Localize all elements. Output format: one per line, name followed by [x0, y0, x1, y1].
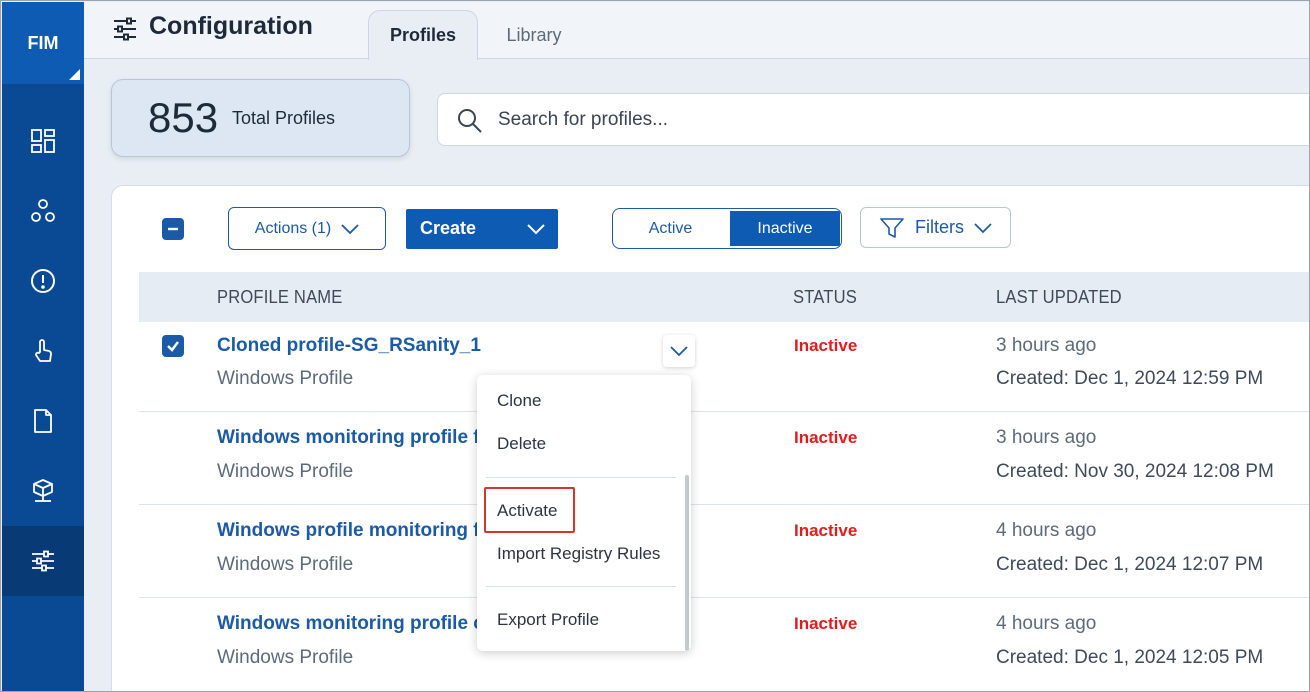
page-title: Configuration: [149, 12, 313, 40]
actions-label: Actions (1): [254, 219, 332, 237]
status-toggle: Active Inactive: [612, 208, 842, 249]
status-badge: Inactive: [794, 336, 858, 355]
checkmark-icon: [167, 341, 179, 352]
menu-scrollbar[interactable]: [685, 475, 689, 651]
create-dropdown[interactable]: Create: [406, 209, 558, 249]
total-profiles-label: Total Profiles: [232, 108, 336, 128]
minus-icon: [168, 227, 178, 231]
status-active-option[interactable]: Active: [613, 209, 728, 248]
chevron-down-icon: [341, 223, 359, 234]
search-box: [437, 93, 1309, 146]
status-inactive-option[interactable]: Inactive: [730, 211, 840, 246]
table-row[interactable]: Windows monitoring profile c Windows Pro…: [139, 598, 1309, 691]
table-header: PROFILE NAME STATUS LAST UPDATED: [139, 272, 1309, 322]
sliders-icon: [114, 17, 136, 41]
actions-dropdown[interactable]: Actions (1): [228, 207, 386, 250]
profile-name-link[interactable]: Cloned profile-SG_RSanity_1: [217, 335, 481, 357]
status-badge: Inactive: [794, 614, 858, 633]
menu-divider: [486, 477, 676, 478]
touch-hand-icon: [35, 339, 52, 362]
profile-name-link[interactable]: Windows profile monitoring f: [217, 520, 480, 542]
created-date: Created: Nov 30, 2024 12:08 PM: [996, 461, 1274, 482]
menu-item-delete[interactable]: Delete: [497, 434, 546, 454]
created-date: Created: Dec 1, 2024 12:07 PM: [996, 554, 1264, 575]
created-date: Created: Dec 1, 2024 12:59 PM: [996, 368, 1264, 389]
brand-logo[interactable]: FIM: [2, 2, 84, 84]
column-header-status[interactable]: STATUS: [793, 287, 857, 308]
table-row[interactable]: Cloned profile-SG_RSanity_1 Windows Prof…: [139, 322, 1309, 412]
filters-label: Filters: [915, 217, 964, 237]
filters-button[interactable]: Filters: [860, 207, 1011, 248]
sidebar-item-dashboard[interactable]: [2, 106, 84, 176]
status-badge: Inactive: [794, 428, 858, 447]
package-icon: [33, 479, 53, 502]
created-date: Created: Dec 1, 2024 12:05 PM: [996, 647, 1264, 668]
profile-type: Windows Profile: [217, 461, 354, 482]
create-label: Create: [420, 218, 477, 238]
profile-type: Windows Profile: [217, 368, 354, 389]
sidebar-item-alerts[interactable]: [2, 246, 84, 316]
menu-item-activate[interactable]: Activate: [497, 501, 557, 521]
tab-profiles[interactable]: Profiles: [368, 10, 478, 60]
chevron-down-icon: [974, 222, 992, 233]
sidebar-item-documents[interactable]: [2, 386, 84, 456]
sidebar-item-touch[interactable]: [2, 316, 84, 386]
sidebar-item-packages[interactable]: [2, 456, 84, 526]
brand-label: FIM: [27, 32, 59, 53]
total-profiles-count: 853: [148, 94, 219, 141]
column-header-profile-name[interactable]: PROFILE NAME: [217, 287, 343, 308]
table-row[interactable]: Windows monitoring profile f Windows Pro…: [139, 412, 1309, 505]
row-checkbox[interactable]: [162, 335, 184, 357]
column-header-last-updated[interactable]: LAST UPDATED: [996, 287, 1122, 308]
menu-item-export-profile[interactable]: Export Profile: [497, 610, 599, 630]
header: Configuration Profiles Library: [84, 2, 1309, 60]
row-actions-toggle[interactable]: [663, 335, 695, 367]
sliders-icon: [32, 550, 54, 572]
menu-divider: [486, 586, 676, 587]
last-updated: 4 hours ago: [996, 613, 1097, 634]
status-badge: Inactive: [794, 521, 858, 540]
menu-item-import-registry-rules[interactable]: Import Registry Rules: [497, 544, 660, 564]
chevron-down-icon: [670, 346, 688, 357]
sidebar-item-configuration[interactable]: [2, 526, 84, 596]
chevron-down-icon: [527, 224, 545, 235]
menu-item-clone[interactable]: Clone: [497, 391, 541, 411]
brand-expand-corner-icon: [69, 69, 80, 80]
search-icon: [458, 109, 482, 133]
profile-type: Windows Profile: [217, 647, 354, 668]
last-updated: 3 hours ago: [996, 427, 1097, 448]
last-updated: 4 hours ago: [996, 520, 1097, 541]
dashboard-icon: [31, 129, 55, 153]
profile-name-link[interactable]: Windows monitoring profile f: [217, 427, 480, 449]
network-nodes-icon: [31, 199, 55, 222]
total-profiles-card: 853 Total Profiles: [111, 79, 410, 157]
document-icon: [34, 409, 52, 433]
search-input[interactable]: [498, 104, 1198, 136]
profile-type: Windows Profile: [217, 554, 354, 575]
last-updated: 3 hours ago: [996, 335, 1097, 356]
alert-circle-icon: [31, 269, 55, 293]
profile-name-link[interactable]: Windows monitoring profile c: [217, 613, 484, 635]
select-all-checkbox[interactable]: [162, 218, 184, 240]
table-row[interactable]: Windows profile monitoring f Windows Pro…: [139, 505, 1309, 598]
sidebar-item-network[interactable]: [2, 176, 84, 246]
row-context-menu: Clone Delete Activate Import Registry Ru…: [477, 375, 691, 651]
filter-funnel-icon: [880, 217, 904, 238]
app-frame: FIM Configuration Profiles Library 853 T…: [0, 0, 1310, 692]
tab-library[interactable]: Library: [484, 10, 584, 60]
sidebar: FIM: [2, 2, 84, 691]
